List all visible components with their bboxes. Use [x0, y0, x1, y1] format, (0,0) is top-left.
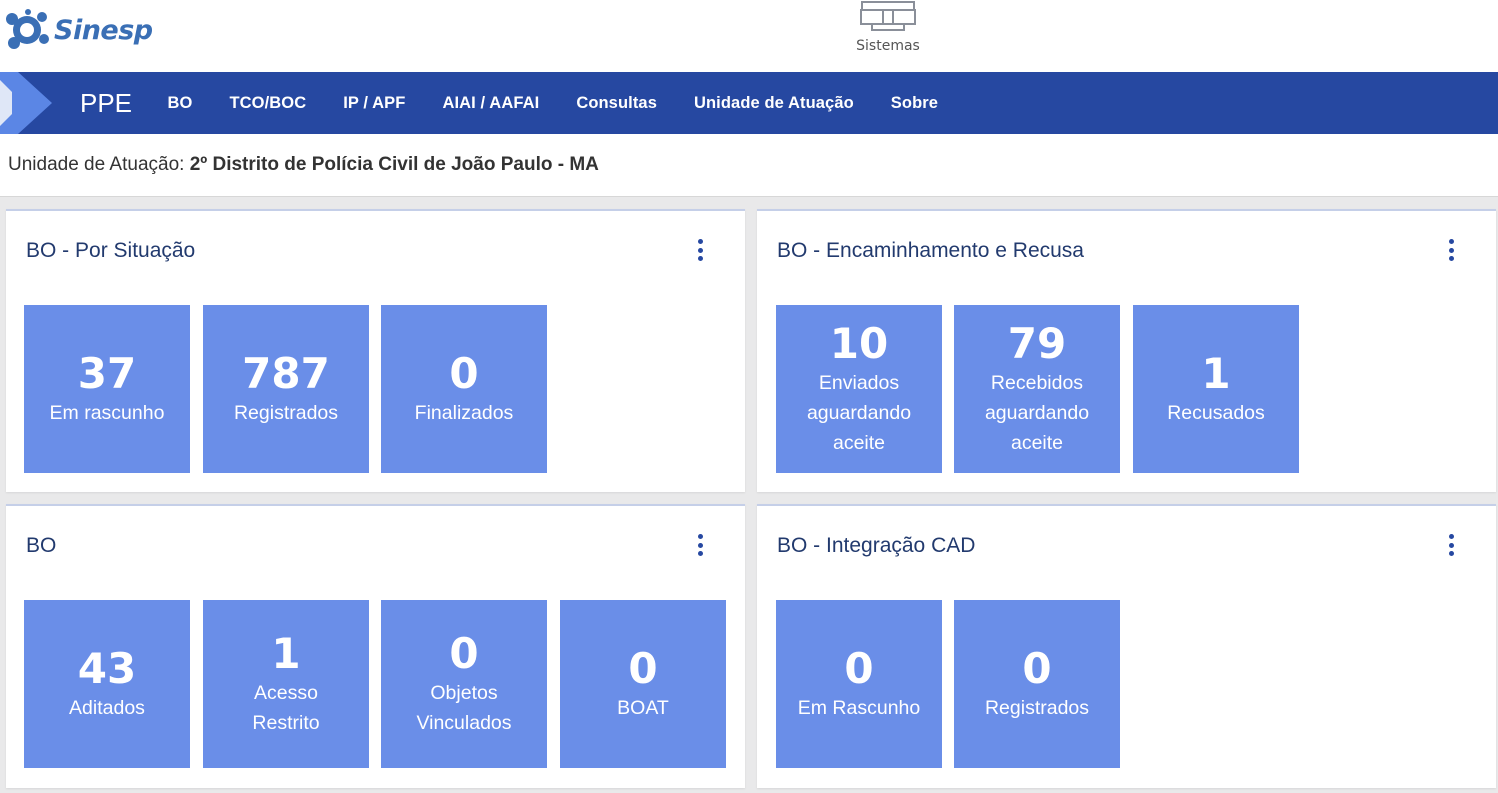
unit-info: Unidade de Atuação: 2º Distrito de Políc… [8, 154, 599, 176]
more-options-icon[interactable] [694, 237, 706, 263]
systems-label: Sistemas [856, 38, 920, 54]
tile-enviados-aguardando-aceite[interactable]: 10 Enviados aguardando aceite [776, 305, 942, 473]
tile-value: 10 [829, 319, 889, 368]
tile-value: 787 [242, 349, 330, 398]
card-bo-integracao-cad: BO - Integração CAD 0 Em Rascunho 0 Regi… [757, 504, 1496, 788]
tile-value: 0 [628, 644, 658, 693]
tile-label: Objetos Vinculados [416, 682, 512, 734]
tile-recebidos-aguardando-aceite[interactable]: 79 Recebidos aguardando aceite [954, 305, 1120, 473]
tile-aditados[interactable]: 43 Aditados [24, 600, 190, 768]
tile-registrados-cad[interactable]: 0 Registrados [954, 600, 1120, 768]
more-options-icon[interactable] [694, 532, 706, 558]
tile-finalizados[interactable]: 0 Finalizados [381, 305, 547, 473]
tile-label: Enviados aguardando aceite [806, 372, 912, 454]
app-brand[interactable]: PPE [80, 72, 132, 134]
nav-item-sobre[interactable]: Sobre [872, 94, 956, 113]
tile-label: Aditados [69, 697, 145, 719]
more-options-icon[interactable] [1445, 237, 1457, 263]
unit-label: Unidade de Atuação: [8, 154, 185, 175]
tile-acesso-restrito[interactable]: 1 Acesso Restrito [203, 600, 369, 768]
sinesp-logo[interactable]: Sinesp [4, 6, 174, 54]
nav-item-tco-boc[interactable]: TCO/BOC [211, 94, 325, 113]
tile-value: 37 [77, 349, 137, 398]
card-title: BO - Encaminhamento e Recusa [777, 239, 1084, 262]
systems-button[interactable]: Sistemas [838, 0, 938, 68]
tile-label: Recusados [1167, 402, 1265, 424]
tile-label: Em rascunho [49, 402, 165, 424]
unit-value: 2º Distrito de Polícia Civil de João Pau… [189, 154, 599, 175]
unit-bar: Unidade de Atuação: 2º Distrito de Políc… [0, 134, 1498, 197]
tile-value: 0 [844, 644, 874, 693]
nav-item-aiai-aafai[interactable]: AIAI / AAFAI [424, 94, 558, 113]
nav-item-consultas[interactable]: Consultas [558, 94, 676, 113]
tile-objetos-vinculados[interactable]: 0 Objetos Vinculados [381, 600, 547, 768]
tile-value: 0 [449, 629, 479, 678]
nav-item-bo[interactable]: BO [149, 94, 211, 113]
tile-registrados[interactable]: 787 Registrados [203, 305, 369, 473]
nav-item-ip-apf[interactable]: IP / APF [325, 94, 424, 113]
card-bo-encaminhamento-recusa: BO - Encaminhamento e Recusa 10 Enviados… [757, 209, 1496, 492]
tile-label: Acesso Restrito [252, 682, 320, 734]
tile-label: Recebidos aguardando aceite [984, 372, 1090, 454]
card-bo-por-situacao: BO - Por Situação 37 Em rascunho 787 Reg… [6, 209, 745, 492]
tile-value: 0 [1022, 644, 1052, 693]
systems-icon [860, 1, 916, 31]
sinesp-logo-icon [6, 9, 49, 49]
card-title: BO - Por Situação [26, 239, 196, 262]
tile-boat[interactable]: 0 BOAT [560, 600, 726, 768]
tile-value: 79 [1007, 319, 1067, 368]
tile-label: Finalizados [414, 402, 514, 424]
card-bo: BO 43 Aditados 1 Acesso Restrito 0 Objet… [6, 504, 745, 788]
tile-value: 0 [449, 349, 479, 398]
navbar-corner-decoration [0, 72, 52, 134]
card-title: BO [26, 534, 57, 557]
nav-item-unidade-atuacao[interactable]: Unidade de Atuação [675, 94, 872, 113]
tile-em-rascunho[interactable]: 37 Em rascunho [24, 305, 190, 473]
tile-recusados[interactable]: 1 Recusados [1133, 305, 1299, 473]
tile-value: 43 [77, 644, 137, 693]
tile-em-rascunho-cad[interactable]: 0 Em Rascunho [776, 600, 942, 768]
tile-label: BOAT [617, 697, 669, 719]
tile-label: Registrados [984, 697, 1090, 719]
top-header: Sinesp Sistemas [0, 0, 1498, 72]
nav-menu: BO TCO/BOC IP / APF AIAI / AAFAI Consult… [149, 72, 957, 134]
tile-value: 1 [271, 629, 301, 678]
more-options-icon[interactable] [1445, 532, 1457, 558]
card-title: BO - Integração CAD [777, 534, 976, 557]
tile-label: Em Rascunho [797, 697, 921, 719]
tile-value: 1 [1201, 349, 1231, 398]
main-navbar: PPE BO TCO/BOC IP / APF AIAI / AAFAI Con… [0, 72, 1498, 134]
tile-label: Registrados [233, 402, 339, 424]
logo-text: Sinesp [54, 14, 153, 46]
